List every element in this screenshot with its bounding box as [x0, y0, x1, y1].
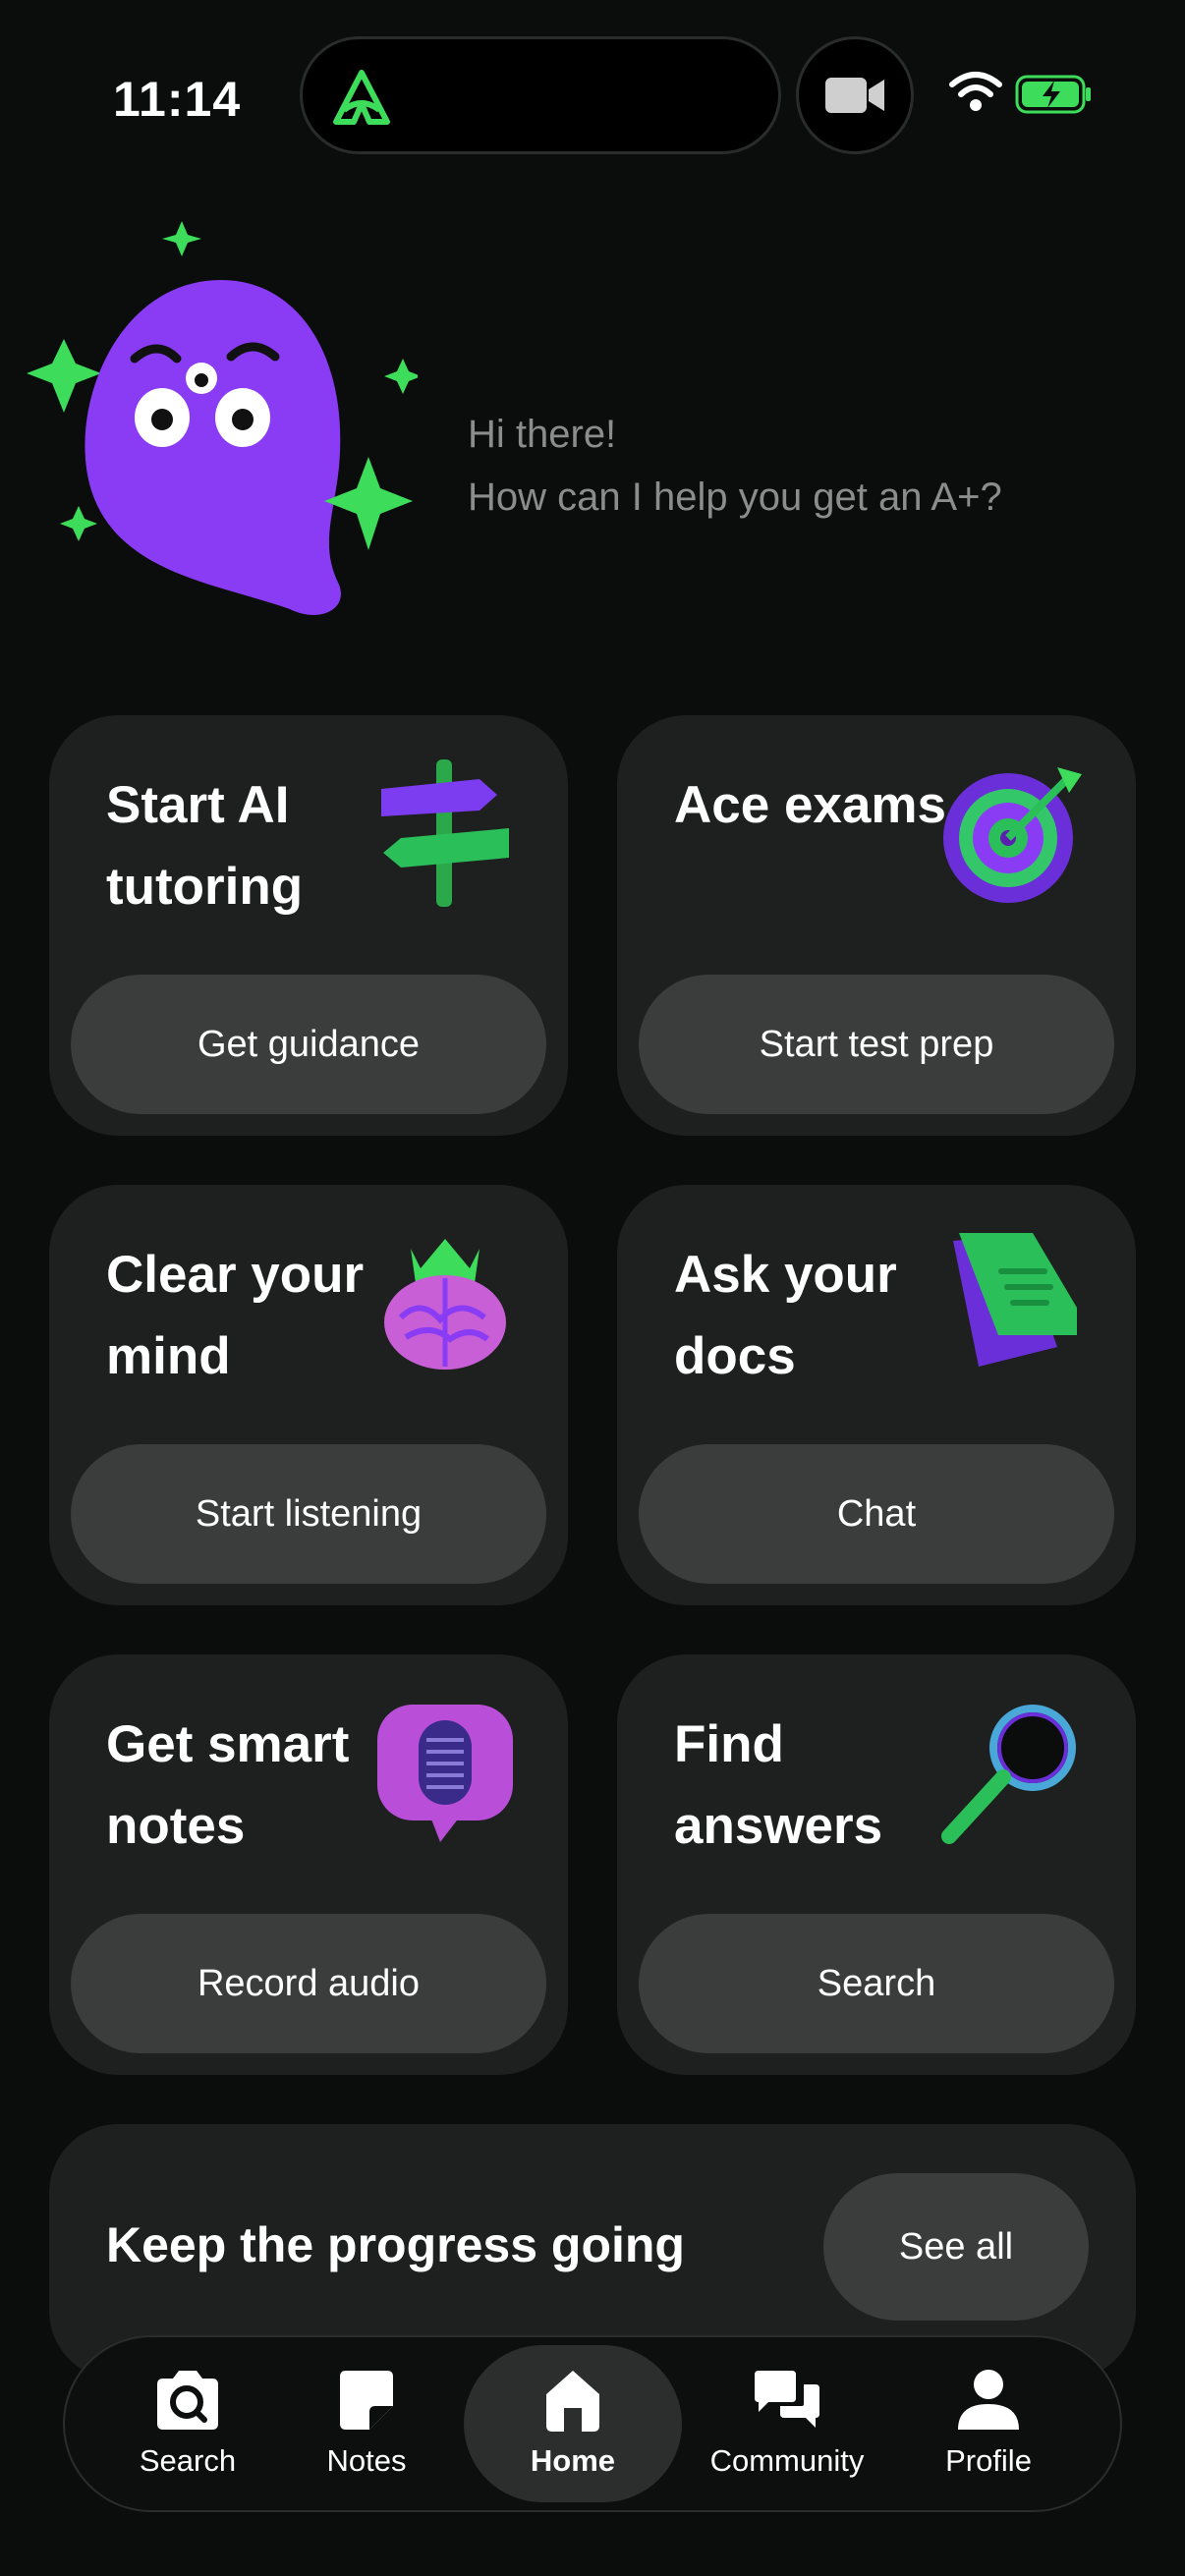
card-title: Clear your mind	[106, 1246, 365, 1385]
progress-title: Keep the progress going	[106, 2217, 685, 2272]
sparkle-icon	[60, 506, 97, 541]
ghost-mascot	[27, 221, 418, 615]
card-smart-notes[interactable]: Get smart notes Record audio	[49, 1654, 568, 2075]
sparkle-icon	[384, 359, 418, 394]
card-ask-docs[interactable]: Ask your docs Chat	[617, 1185, 1136, 1605]
app-logo-icon	[333, 70, 390, 125]
camera-pill	[796, 36, 914, 154]
battery-charging-icon	[1015, 75, 1091, 114]
person-icon	[958, 2370, 1019, 2430]
status-time: 11:14	[113, 72, 242, 127]
nav-profile-label: Profile	[945, 2443, 1032, 2478]
card-title: Ace exams	[674, 776, 946, 834]
video-camera-icon	[825, 78, 884, 113]
nav-search[interactable]: Search	[104, 2337, 271, 2510]
home-icon	[546, 2371, 599, 2432]
microphone-bubble-icon	[377, 1705, 513, 1842]
bottom-nav: Search Notes Home Community Profile	[63, 2335, 1122, 2512]
card-ace-exams[interactable]: Ace exams Start test prep	[617, 715, 1136, 1136]
greeting-line-2: How can I help you get an A+?	[468, 476, 1002, 519]
chat-button[interactable]: Chat	[639, 1444, 1114, 1584]
sparkle-icon	[162, 221, 201, 256]
greeting-line-1: Hi there!	[468, 413, 617, 456]
nav-notes[interactable]: Notes	[293, 2337, 440, 2510]
nav-home-label: Home	[530, 2443, 616, 2478]
greeting-text: Hi there! How can I help you get an A+?	[468, 403, 1002, 529]
nav-community-label: Community	[709, 2443, 865, 2478]
nav-notes-label: Notes	[326, 2443, 407, 2478]
card-title: Find answers	[674, 1715, 883, 1855]
status-bar: 11:14	[0, 0, 1185, 187]
nav-community[interactable]: Community	[694, 2337, 880, 2510]
notes-icon	[340, 2371, 393, 2430]
nav-search-label: Search	[139, 2443, 237, 2478]
signpost-icon	[381, 759, 509, 907]
card-ai-tutoring[interactable]: Start AI tutoring Get guidance	[49, 715, 568, 1136]
wifi-icon	[949, 72, 1002, 111]
start-test-prep-button[interactable]: Start test prep	[639, 975, 1114, 1114]
document-icon	[953, 1233, 1077, 1367]
card-title: Ask your docs	[674, 1246, 897, 1385]
brain-crown-icon	[384, 1239, 506, 1370]
dynamic-island	[300, 36, 781, 154]
start-listening-button[interactable]: Start listening	[71, 1444, 546, 1584]
card-title: Get smart notes	[106, 1715, 350, 1855]
camera-search-icon	[157, 2371, 218, 2430]
nav-profile[interactable]: Profile	[910, 2337, 1067, 2510]
card-find-answers[interactable]: Find answers Search	[617, 1654, 1136, 2075]
card-clear-mind[interactable]: Clear your mind Start listening	[49, 1185, 568, 1605]
sparkle-icon	[27, 339, 101, 413]
see-all-button[interactable]: See all	[823, 2173, 1089, 2321]
nav-home[interactable]: Home	[464, 2345, 682, 2502]
search-button[interactable]: Search	[639, 1914, 1114, 2053]
magnifier-icon	[941, 1705, 1076, 1844]
get-guidance-button[interactable]: Get guidance	[71, 975, 546, 1114]
target-icon	[943, 767, 1082, 903]
record-audio-button[interactable]: Record audio	[71, 1914, 546, 2053]
card-title: Start AI tutoring	[106, 776, 304, 916]
chat-bubbles-icon	[755, 2371, 819, 2428]
